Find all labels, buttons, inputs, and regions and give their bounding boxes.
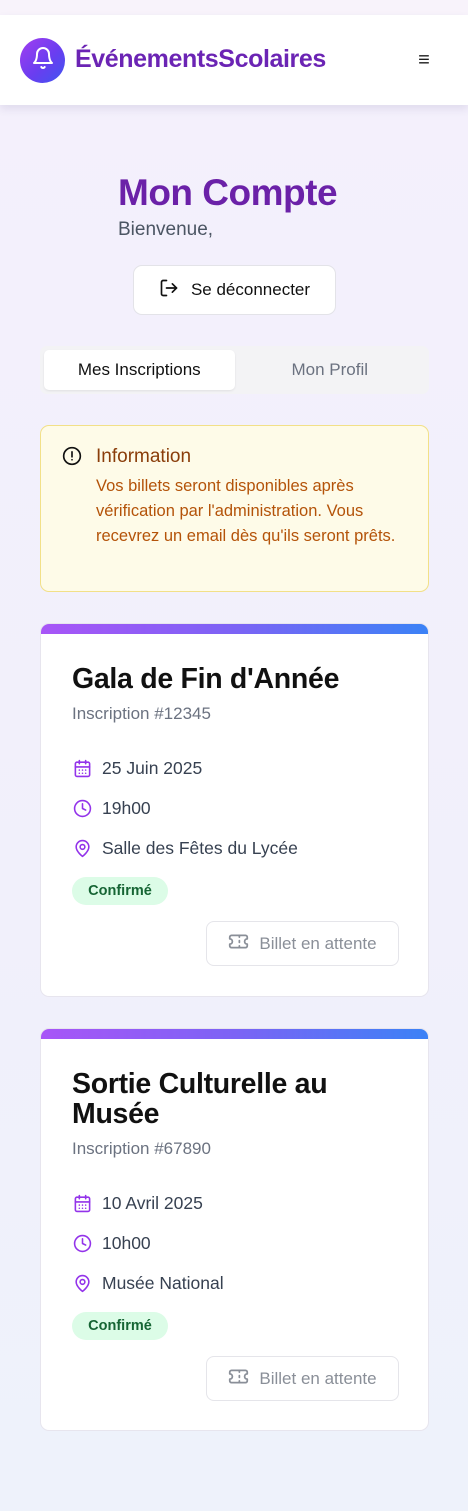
registration-number: Inscription #12345 [72,704,211,723]
brand-title[interactable]: ÉvénementsScolaires [75,45,326,74]
ticket-icon [228,931,249,957]
alert-circle-icon [62,446,82,471]
event-time: 19h00 [72,798,151,819]
ticket-icon [228,1366,249,1392]
event-location-text: Musée National [102,1273,224,1293]
event-date-text: 25 Juin 2025 [102,758,203,778]
status-badge: Confirmé [72,877,168,905]
event-location: Salle des Fêtes du Lycée [72,838,298,859]
event-time: 10h00 [72,1233,151,1254]
top-strip [0,0,468,15]
registration-card: Gala de Fin d'Année Inscription #12345 2… [40,623,429,997]
page-title: Mon Compte [118,172,338,213]
registration-number: Inscription #67890 [72,1139,211,1158]
event-location-text: Salle des Fêtes du Lycée [102,838,298,858]
card-accent-bar [41,1029,428,1039]
event-time-text: 19h00 [102,798,151,818]
logout-label: Se déconnecter [190,280,311,299]
ticket-label: Billet en attente [259,1368,377,1388]
calendar-icon [72,1194,92,1214]
registration-card: Sortie Culturelle au Musée Inscription #… [40,1028,429,1431]
bell-icon [31,46,55,75]
hamburger-menu-icon: ≡ [418,48,430,71]
event-date: 25 Juin 2025 [72,758,202,779]
info-title: Information [96,446,192,467]
card-accent-bar [41,624,428,634]
clock-icon [72,1234,92,1254]
tab-registrations[interactable]: Mes Inscriptions [44,350,235,390]
map-pin-icon [72,839,92,859]
map-pin-icon [72,1274,92,1294]
calendar-icon [72,759,92,779]
logout-icon [159,278,179,303]
clock-icon [72,799,92,819]
event-time-text: 10h00 [102,1233,151,1253]
menu-button[interactable]: ≡ [410,45,438,75]
event-title: Gala de Fin d'Année [72,663,340,695]
ticket-pending-button[interactable]: Billet en attente [206,1356,399,1401]
event-date-text: 10 Avril 2025 [102,1193,203,1213]
welcome-text: Bienvenue, [118,219,214,240]
tab-profile[interactable]: Mon Profil [235,350,426,390]
ticket-pending-button[interactable]: Billet en attente [206,921,399,966]
ticket-label: Billet en attente [259,933,377,953]
status-badge: Confirmé [72,1312,168,1340]
info-alert: Information Vos billets seront disponibl… [40,425,429,592]
app-header: ÉvénementsScolaires ≡ [0,15,468,105]
event-title: Sortie Culturelle au Musée [72,1068,328,1130]
event-location: Musée National [72,1273,224,1294]
logout-button[interactable]: Se déconnecter [133,265,336,315]
info-text: Vos billets seront disponibles après vér… [96,477,396,545]
brand-logo[interactable] [20,38,65,83]
event-date: 10 Avril 2025 [72,1193,203,1214]
account-tabs: Mes Inscriptions Mon Profil [40,346,429,394]
